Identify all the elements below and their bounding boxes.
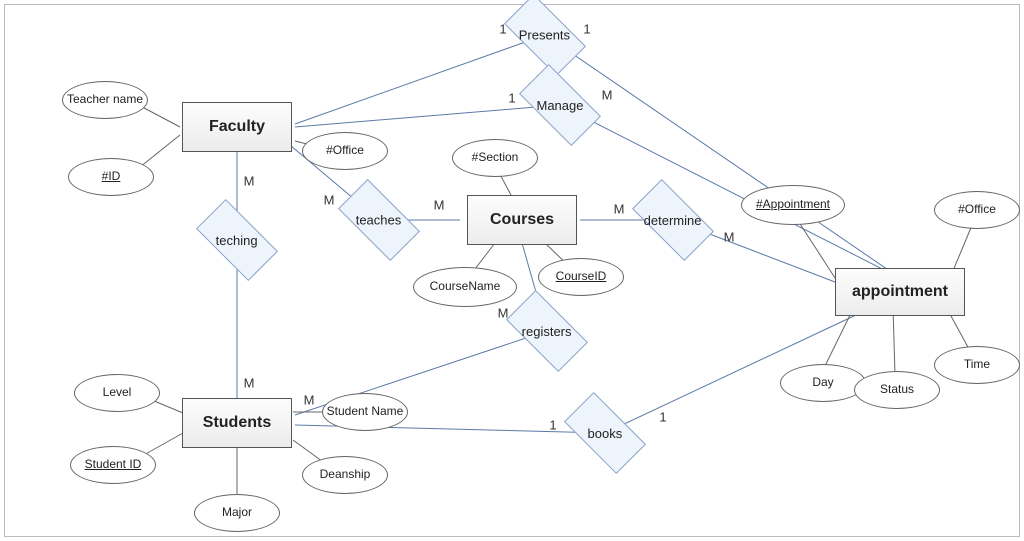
attr-deanship-label: Deanship [320, 468, 371, 481]
entity-courses-label: Courses [490, 211, 554, 229]
attr-faculty-id: #ID [68, 158, 154, 196]
attr-status-label: Status [880, 383, 914, 396]
attr-appointment-no: #Appointment [741, 185, 845, 225]
attr-level: Level [74, 374, 160, 412]
attr-section-label: #Section [472, 151, 519, 164]
attr-appointment-office: #Office [934, 191, 1020, 229]
entity-appointment-label: appointment [852, 283, 948, 301]
rel-books[interactable]: books [564, 392, 646, 474]
attr-appointment-no-label: #Appointment [756, 198, 830, 211]
entity-students[interactable]: Students [182, 398, 292, 448]
card-manage-from: 1 [508, 91, 515, 106]
attr-section: #Section [452, 139, 538, 177]
card-determine-from: M [614, 202, 625, 217]
card-teaches-from: M [324, 193, 335, 208]
rel-books-label: books [588, 425, 623, 440]
rel-manage[interactable]: Manage [519, 64, 601, 146]
attr-teacher-name-label: Teacher name [67, 93, 143, 106]
rel-teaches-label: teaches [356, 212, 402, 227]
attr-deanship: Deanship [302, 456, 388, 494]
card-determine-to: M [724, 230, 735, 245]
rel-registers-label: registers [522, 323, 572, 338]
rel-presents[interactable]: Presents [504, 0, 586, 76]
rel-presents-label: Presents [519, 27, 570, 42]
rel-determine[interactable]: determine [632, 179, 714, 261]
attr-student-name: Student Name [322, 393, 408, 431]
rel-teching[interactable]: teching [196, 199, 278, 281]
card-teching-to: M [244, 376, 255, 391]
attr-status: Status [854, 371, 940, 409]
card-teching-from: M [244, 174, 255, 189]
card-books-from: 1 [549, 418, 556, 433]
attr-student-id-label: Student ID [85, 458, 142, 471]
attr-time: Time [934, 346, 1020, 384]
attr-course-id-label: CourseID [556, 270, 607, 283]
rel-teching-label: teching [216, 232, 258, 247]
rel-manage-label: Manage [537, 97, 584, 112]
attr-major-label: Major [222, 506, 252, 519]
attr-teacher-name: Teacher name [62, 81, 148, 119]
attr-student-name-label: Student Name [327, 405, 404, 418]
entity-faculty-label: Faculty [209, 118, 265, 136]
attr-course-name-label: CourseName [430, 280, 501, 293]
attr-faculty-id-label: #ID [102, 170, 121, 183]
attr-faculty-office: #Office [302, 132, 388, 170]
er-diagram-canvas: Faculty Courses Students appointment Pre… [4, 4, 1020, 537]
attr-course-id: CourseID [538, 258, 624, 296]
attr-appointment-office-label: #Office [958, 203, 996, 216]
rel-determine-label: determine [644, 213, 702, 228]
attr-student-id: Student ID [70, 446, 156, 484]
entity-appointment[interactable]: appointment [835, 268, 965, 316]
attr-level-label: Level [103, 386, 132, 399]
attr-major: Major [194, 494, 280, 532]
card-manage-to: M [602, 88, 613, 103]
entity-students-label: Students [203, 414, 271, 432]
attr-time-label: Time [964, 358, 990, 371]
card-teaches-to: M [434, 198, 445, 213]
rel-teaches[interactable]: teaches [338, 179, 420, 261]
entity-courses[interactable]: Courses [467, 195, 577, 245]
card-presents-to: 1 [583, 22, 590, 37]
rel-registers[interactable]: registers [506, 290, 588, 372]
attr-day: Day [780, 364, 866, 402]
card-books-to: 1 [659, 410, 666, 425]
entity-faculty[interactable]: Faculty [182, 102, 292, 152]
card-registers-to: M [304, 393, 315, 408]
attr-faculty-office-label: #Office [326, 144, 364, 157]
attr-day-label: Day [812, 376, 833, 389]
attr-course-name: CourseName [413, 267, 517, 307]
